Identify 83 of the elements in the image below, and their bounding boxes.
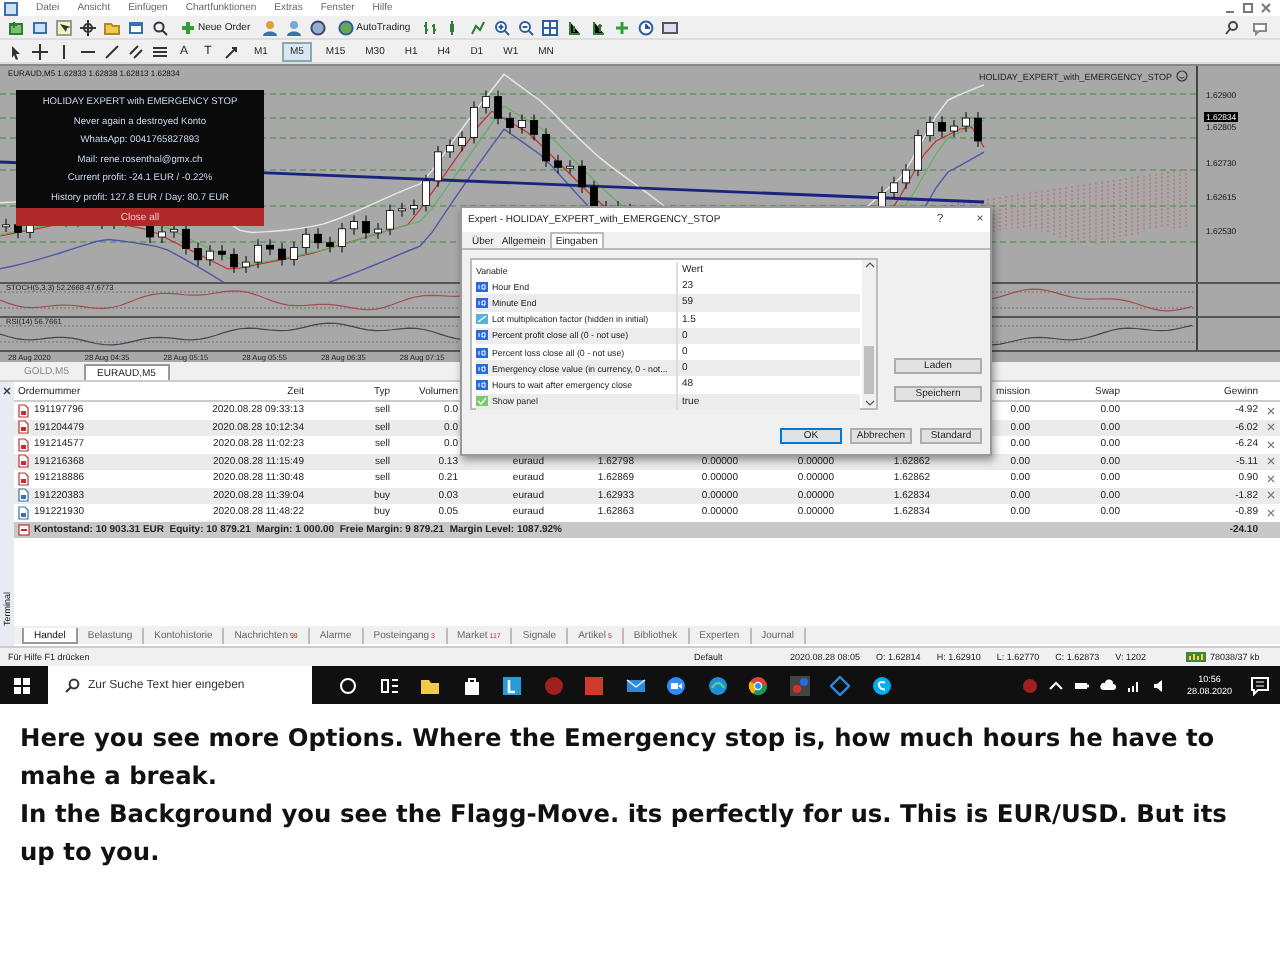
cloud-icon[interactable] [1100, 677, 1117, 693]
arrow-tool-icon[interactable] [224, 43, 240, 59]
close-icon [1266, 422, 1276, 433]
search-icon [64, 677, 80, 693]
bar-chart-icon[interactable] [422, 19, 439, 35]
integer-parameter-icon [476, 281, 488, 292]
connection-bars-icon [1186, 652, 1207, 662]
scrollbar[interactable] [862, 260, 876, 408]
circle-icon[interactable] [338, 675, 358, 695]
clock-icon[interactable] [638, 19, 655, 35]
close-button[interactable] [2, 386, 12, 396]
close-order-button[interactable] [1262, 456, 1280, 467]
round-app-icon[interactable] [1022, 677, 1039, 693]
integer-parameter-icon [476, 379, 488, 390]
autoscroll-icon[interactable] [590, 19, 607, 35]
integer-parameter-icon [476, 363, 488, 374]
template-icon[interactable] [662, 19, 679, 35]
dots-app-icon[interactable] [789, 675, 809, 695]
caption-text: Here you see more Options. Where the Emergency stop is, how much hours he have to mahe a break. [20, 722, 1217, 794]
grid-icon[interactable] [542, 19, 559, 35]
close-icon [1266, 439, 1276, 450]
search-icon[interactable] [1224, 19, 1240, 35]
close-order-button[interactable] [1262, 422, 1280, 433]
window-icon[interactable] [32, 19, 48, 35]
integer-parameter-icon [476, 297, 488, 308]
close-icon [1266, 405, 1276, 416]
diamond-app-icon[interactable] [830, 675, 850, 695]
battery-icon[interactable] [1074, 677, 1091, 693]
cursor-arrow-icon[interactable] [8, 43, 24, 59]
zoom-out-icon[interactable] [518, 19, 535, 35]
letter-tile-app-icon[interactable] [502, 675, 522, 695]
new-chart-icon[interactable] [8, 19, 24, 35]
plus-icon [180, 19, 196, 35]
close-icon[interactable] [1260, 2, 1272, 14]
round-app-icon[interactable] [543, 675, 563, 695]
close-order-button[interactable] [1262, 507, 1280, 518]
wave-browser-icon[interactable] [707, 675, 727, 695]
close-icon [1266, 473, 1276, 484]
close-order-button[interactable] [1262, 405, 1280, 416]
line-chart-icon[interactable] [470, 19, 487, 35]
person-icon[interactable] [262, 19, 279, 35]
notification-icon[interactable] [1250, 675, 1270, 695]
window-icon[interactable] [128, 19, 144, 35]
integer-parameter-icon [476, 330, 488, 341]
scrollbar-thumb[interactable] [864, 346, 874, 394]
fibonacci-icon[interactable] [152, 43, 168, 59]
chat-icon[interactable] [1252, 19, 1268, 35]
fraction-parameter-icon [476, 314, 488, 325]
crosshair-icon[interactable] [80, 19, 96, 35]
shopping-bag-icon[interactable] [461, 675, 481, 695]
close-order-button[interactable] [1262, 439, 1280, 450]
restore-icon[interactable] [1242, 2, 1254, 14]
cursor-arrow-icon[interactable] [56, 19, 72, 35]
scroll-up-icon [863, 260, 875, 270]
magnifier-icon[interactable] [152, 19, 168, 35]
mail-icon[interactable] [625, 675, 645, 695]
zoom-in-icon[interactable] [494, 19, 511, 35]
person-icon[interactable] [286, 19, 303, 35]
smiley-icon [1176, 70, 1188, 82]
close-icon [1266, 456, 1276, 467]
close-order-button[interactable] [1262, 490, 1280, 501]
chat-app-icon[interactable] [871, 675, 891, 695]
close-icon [2, 386, 12, 396]
close-icon [1266, 507, 1276, 518]
square-app-icon[interactable] [584, 675, 604, 695]
windows-logo-icon[interactable] [14, 677, 30, 693]
close-icon [1266, 490, 1276, 501]
round-browser-icon[interactable] [748, 675, 768, 695]
integer-parameter-icon [476, 347, 488, 358]
crosshair-icon[interactable] [32, 43, 48, 59]
task-view-icon[interactable] [379, 675, 399, 695]
folder-icon[interactable] [420, 675, 440, 695]
close-order-button[interactable] [1262, 473, 1280, 484]
network-icon[interactable] [1126, 677, 1143, 693]
chevron-up-icon[interactable] [1048, 677, 1065, 693]
scroll-down-icon [863, 398, 875, 408]
caption-text: In the Background you see the Flagg-Move. its perfectly for us. This is EUR/USD. But its up to you. [20, 798, 1229, 870]
indicator-icon[interactable] [614, 19, 631, 35]
trend-line-icon[interactable] [104, 43, 120, 59]
video-camera-icon[interactable] [666, 675, 686, 695]
chart-shift-icon[interactable] [566, 19, 583, 35]
app-icon [4, 1, 18, 15]
channel-icon[interactable] [128, 43, 144, 59]
